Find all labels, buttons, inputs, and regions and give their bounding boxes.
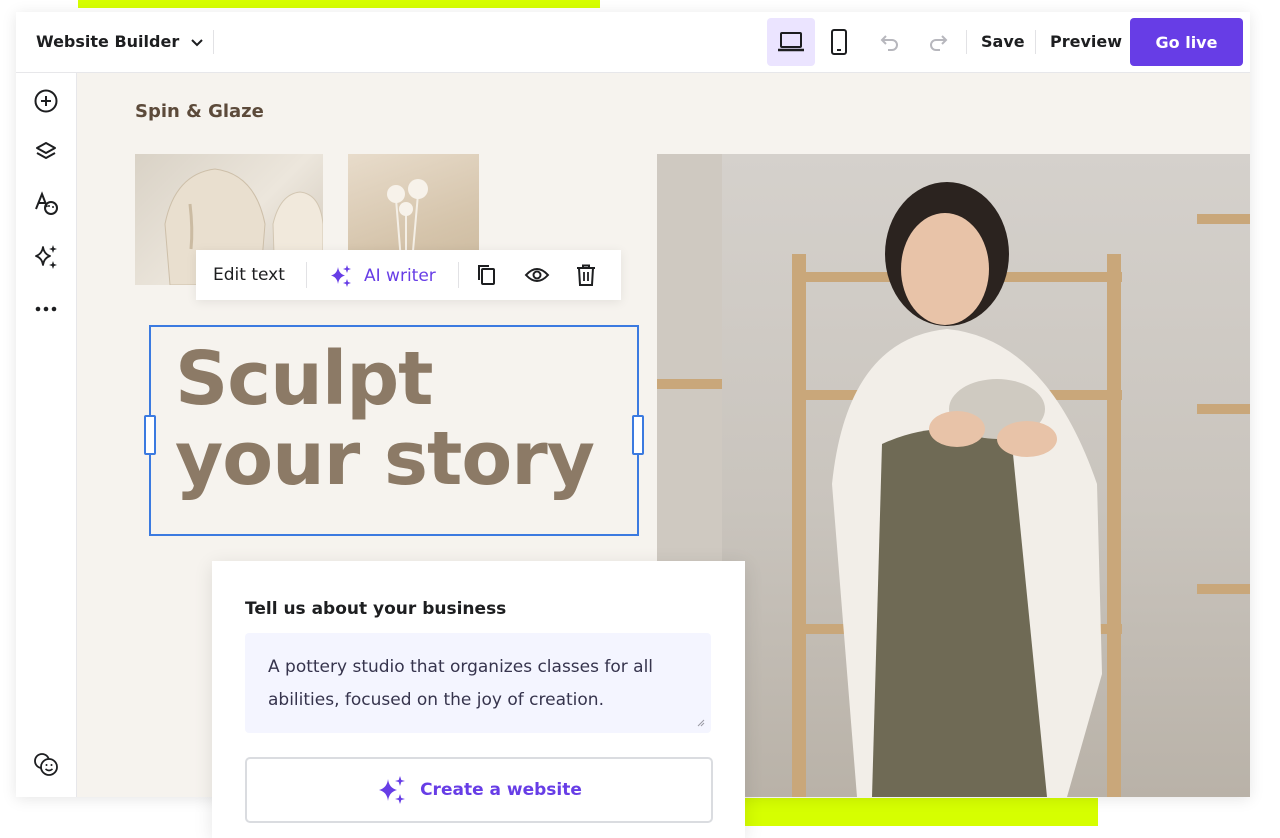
hero-heading-line1: Sculpt bbox=[175, 336, 434, 422]
create-website-button[interactable]: Create a website bbox=[245, 757, 713, 823]
potter-illustration bbox=[657, 154, 1250, 797]
undo-button[interactable] bbox=[876, 28, 904, 56]
lime-accent-bottom bbox=[730, 798, 1098, 826]
divider bbox=[306, 262, 307, 288]
prompt-card-title: Tell us about your business bbox=[245, 599, 507, 619]
top-bar: Website Builder Save Preview Go live bbox=[16, 12, 1250, 73]
styles-button[interactable] bbox=[32, 190, 60, 218]
preview-button[interactable]: Preview bbox=[1050, 32, 1122, 51]
website-builder-menu[interactable]: Website Builder bbox=[36, 32, 205, 51]
ai-tools-button[interactable] bbox=[32, 243, 60, 271]
resize-grip-icon[interactable] bbox=[697, 719, 705, 727]
divider bbox=[213, 30, 214, 54]
create-website-label: Create a website bbox=[420, 780, 582, 800]
lime-accent-top bbox=[78, 0, 600, 8]
phone-icon bbox=[831, 29, 847, 55]
ai-writer-label: AI writer bbox=[364, 266, 436, 286]
trash-icon bbox=[577, 264, 595, 286]
mobile-view-button[interactable] bbox=[817, 18, 861, 66]
ai-sparkle-icon bbox=[35, 245, 57, 269]
divider bbox=[966, 30, 967, 54]
text-toolbar: Edit text AI writer bbox=[196, 250, 621, 300]
styles-icon bbox=[35, 191, 58, 215]
laptop-icon bbox=[778, 32, 804, 52]
eye-icon bbox=[524, 268, 550, 282]
builder-window: Website Builder Save Preview Go live Spi… bbox=[16, 12, 1250, 838]
resize-handle-right[interactable] bbox=[632, 415, 644, 455]
undo-icon bbox=[880, 35, 898, 51]
hero-heading-line2: your story bbox=[175, 416, 595, 502]
emoji-icon bbox=[34, 753, 58, 776]
desktop-view-button[interactable] bbox=[767, 18, 815, 66]
delete-button[interactable] bbox=[573, 262, 599, 288]
more-options-button[interactable] bbox=[32, 295, 60, 323]
hero-image[interactable] bbox=[657, 154, 1250, 797]
layers-icon bbox=[36, 142, 56, 159]
business-description-text: A pottery studio that organizes classes … bbox=[268, 657, 654, 710]
ai-writer-button[interactable]: AI writer bbox=[328, 263, 436, 289]
ai-sparkle-icon bbox=[379, 776, 406, 804]
edit-text-button[interactable]: Edit text bbox=[213, 265, 285, 285]
go-live-button[interactable]: Go live bbox=[1130, 18, 1243, 66]
divider bbox=[1035, 30, 1036, 54]
redo-button[interactable] bbox=[924, 28, 952, 56]
selected-text-block[interactable]: Sculpt your story bbox=[144, 325, 644, 536]
redo-icon bbox=[930, 35, 948, 51]
more-icon bbox=[35, 306, 57, 312]
copy-icon bbox=[478, 265, 495, 285]
site-brand-name[interactable]: Spin & Glaze bbox=[135, 101, 264, 122]
hero-heading: Sculpt your story bbox=[175, 336, 595, 502]
layers-button[interactable] bbox=[32, 138, 60, 166]
ai-sparkle-icon bbox=[331, 265, 351, 287]
feedback-button[interactable] bbox=[32, 751, 60, 779]
duplicate-button[interactable] bbox=[473, 262, 499, 288]
add-icon bbox=[34, 89, 58, 113]
business-description-input[interactable]: A pottery studio that organizes classes … bbox=[245, 633, 711, 733]
business-prompt-card: Tell us about your business A pottery st… bbox=[212, 561, 745, 838]
resize-handle-left[interactable] bbox=[144, 415, 156, 455]
website-builder-label: Website Builder bbox=[36, 32, 180, 51]
left-sidebar bbox=[16, 73, 77, 797]
save-button[interactable]: Save bbox=[981, 32, 1025, 51]
chevron-down-icon bbox=[191, 38, 203, 46]
visibility-button[interactable] bbox=[522, 262, 552, 288]
divider bbox=[458, 262, 459, 288]
add-element-button[interactable] bbox=[32, 87, 60, 115]
